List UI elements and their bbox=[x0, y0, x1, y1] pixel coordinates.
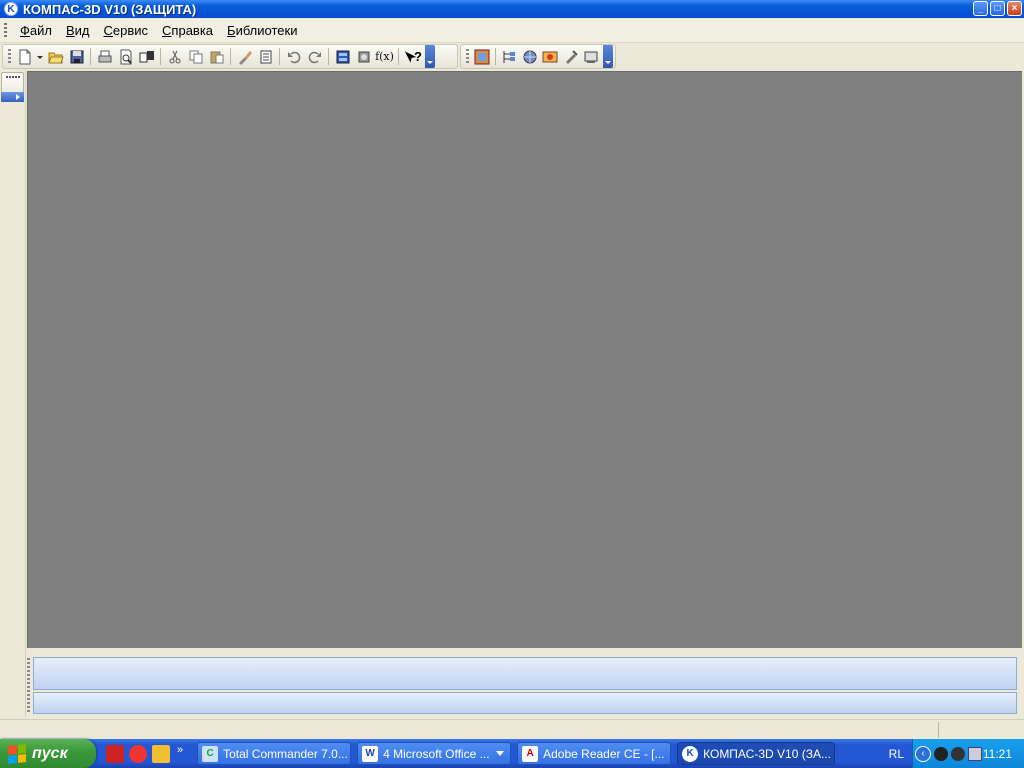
toolbar-separator bbox=[230, 48, 231, 65]
group-dropdown-icon bbox=[496, 751, 505, 756]
context-help-icon[interactable]: ? bbox=[403, 47, 422, 66]
cut-icon[interactable] bbox=[165, 47, 184, 66]
toolbar-row: f(x) ? bbox=[0, 44, 1024, 70]
toolbar-separator bbox=[160, 48, 161, 65]
library-icon[interactable] bbox=[354, 47, 373, 66]
status-cell bbox=[938, 722, 1024, 738]
properties-panel[interactable] bbox=[33, 657, 1017, 690]
taskbar: пуск » C Total Commander 7.0... W 4 Micr… bbox=[0, 739, 1024, 768]
manager-icon[interactable] bbox=[333, 47, 352, 66]
task-label: КОМПАС-3D V10 (ЗА... bbox=[703, 746, 831, 761]
menu-grip[interactable] bbox=[4, 22, 7, 39]
language-indicator[interactable]: RL bbox=[889, 747, 904, 761]
panel-grip[interactable] bbox=[27, 658, 30, 714]
opera-icon[interactable] bbox=[129, 744, 147, 763]
network-bug-icon[interactable] bbox=[951, 746, 965, 761]
close-button[interactable]: × bbox=[1007, 1, 1022, 16]
network-computers-icon[interactable] bbox=[968, 746, 982, 761]
toolbar-separator bbox=[328, 48, 329, 65]
workspace-area[interactable] bbox=[27, 71, 1022, 648]
toolbar-separator bbox=[398, 48, 399, 65]
window-title: КОМПАС-3D V10 (ЗАЩИТА) bbox=[23, 1, 197, 17]
clock[interactable]: 11:21 bbox=[983, 747, 1012, 761]
format-brush-icon[interactable] bbox=[235, 47, 254, 66]
toolbar-separator bbox=[90, 48, 91, 65]
system-tray: ‹ 11:21 bbox=[912, 739, 1024, 768]
windows-flag-icon bbox=[8, 743, 26, 764]
maximize-button[interactable]: □ bbox=[990, 1, 1005, 16]
variables-icon[interactable]: f(x) bbox=[375, 47, 394, 66]
display-icon[interactable] bbox=[582, 47, 600, 66]
task-kompas[interactable]: K КОМПАС-3D V10 (ЗА... bbox=[677, 742, 836, 765]
quick-launch: » bbox=[106, 744, 183, 763]
compact-panel-icon[interactable] bbox=[473, 47, 491, 66]
save-quicklaunch-icon[interactable] bbox=[106, 744, 124, 763]
adobe-reader-icon: A bbox=[522, 745, 539, 762]
task-adobe-reader[interactable]: A Adobe Reader CE - [... bbox=[517, 742, 672, 765]
open-folder-icon[interactable] bbox=[46, 47, 65, 66]
tools-icon[interactable] bbox=[562, 47, 580, 66]
paste-icon[interactable] bbox=[207, 47, 226, 66]
compact-panel bbox=[0, 70, 26, 716]
window-controls: _ □ × bbox=[973, 1, 1022, 16]
preview-icon[interactable] bbox=[137, 47, 156, 66]
new-document-icon[interactable] bbox=[15, 47, 34, 66]
title-bar: K КОМПАС-3D V10 (ЗАЩИТА) _ □ × bbox=[0, 0, 1024, 18]
bottom-panels bbox=[27, 650, 1024, 718]
total-commander-icon: C bbox=[202, 745, 219, 762]
toolbar-separator bbox=[495, 48, 497, 65]
quick-launch-more[interactable]: » bbox=[177, 744, 183, 756]
redo-icon[interactable] bbox=[305, 47, 324, 66]
toolbar-separator bbox=[279, 48, 280, 65]
antivirus-icon[interactable] bbox=[934, 746, 948, 761]
hint-panel bbox=[33, 692, 1017, 714]
status-bar bbox=[0, 719, 1024, 739]
toolbar-grip[interactable] bbox=[466, 49, 469, 64]
task-label: Total Commander 7.0... bbox=[223, 746, 348, 761]
standard-toolbar: f(x) ? bbox=[2, 44, 458, 69]
toolbar-options-button[interactable] bbox=[425, 45, 435, 68]
save-icon[interactable] bbox=[67, 47, 86, 66]
undo-icon[interactable] bbox=[284, 47, 303, 66]
toolbar-options-button[interactable] bbox=[603, 45, 613, 68]
print-icon[interactable] bbox=[95, 47, 114, 66]
menu-help[interactable]: Справка bbox=[155, 23, 220, 38]
print-preview-icon[interactable] bbox=[116, 47, 135, 66]
menu-file[interactable]: Файл bbox=[13, 23, 59, 38]
kompas-logo-icon[interactable]: K bbox=[4, 2, 18, 16]
menu-service[interactable]: Сервис bbox=[97, 23, 156, 38]
tree-icon[interactable] bbox=[500, 47, 518, 66]
toolbar-grip[interactable] bbox=[8, 49, 11, 64]
secondary-toolbar bbox=[460, 44, 616, 69]
show-hidden-icons-icon[interactable]: ‹ bbox=[915, 745, 931, 762]
minimize-button[interactable]: _ bbox=[973, 1, 988, 16]
expand-arrow-icon[interactable] bbox=[1, 92, 24, 102]
globe-icon[interactable] bbox=[521, 47, 539, 66]
task-microsoft-office[interactable]: W 4 Microsoft Office ... bbox=[357, 742, 512, 765]
task-total-commander[interactable]: C Total Commander 7.0... bbox=[197, 742, 352, 765]
menu-libraries[interactable]: Библиотеки bbox=[220, 23, 304, 38]
menu-bar: Файл Вид Сервис Справка Библиотеки bbox=[0, 19, 1024, 43]
task-label: Adobe Reader CE - [... bbox=[543, 746, 665, 761]
kompas-task-icon: K bbox=[682, 745, 699, 762]
task-label: 4 Microsoft Office ... bbox=[383, 746, 490, 761]
copy-icon[interactable] bbox=[186, 47, 205, 66]
new-dropdown-icon[interactable] bbox=[36, 47, 44, 66]
start-label: пуск bbox=[32, 744, 68, 762]
word-icon: W bbox=[362, 745, 379, 762]
winamp-icon[interactable] bbox=[152, 744, 170, 763]
menu-view[interactable]: Вид bbox=[59, 23, 97, 38]
start-button[interactable]: пуск bbox=[0, 739, 96, 768]
properties-icon[interactable] bbox=[256, 47, 275, 66]
color-icon[interactable] bbox=[541, 47, 559, 66]
